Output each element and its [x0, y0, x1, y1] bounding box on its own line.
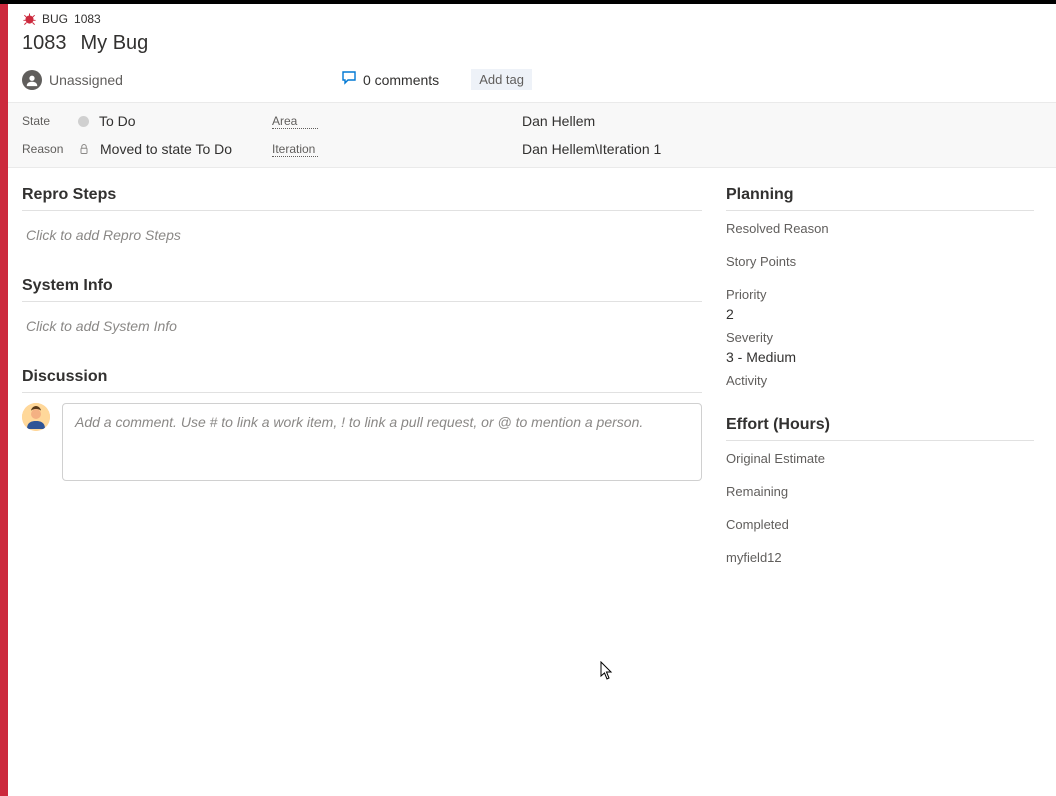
avatar: [22, 403, 50, 431]
planning-title: Planning: [726, 186, 1034, 211]
priority-field[interactable]: Priority 2: [726, 287, 1034, 322]
myfield12-label: myfield12: [726, 550, 1034, 565]
reason-field-label: Reason: [22, 142, 68, 156]
assignee-label: Unassigned: [49, 72, 123, 88]
state-field-label: State: [22, 114, 68, 128]
completed-field[interactable]: Completed: [726, 517, 1034, 532]
repro-steps-title: Repro Steps: [22, 186, 702, 211]
reason-field-value: Moved to state To Do: [100, 141, 232, 157]
breadcrumb[interactable]: BUG 1083: [22, 12, 1042, 26]
side-column: Planning Resolved Reason Story Points Pr…: [716, 168, 1056, 796]
severity-label: Severity: [726, 330, 1034, 345]
fields-band: State To Do Area Dan Hellem Reason Moved: [8, 102, 1056, 168]
breadcrumb-id: 1083: [74, 12, 101, 26]
meta-row: Unassigned 0 comments Add tag: [22, 69, 1042, 90]
original-estimate-field[interactable]: Original Estimate: [726, 451, 1034, 466]
effort-title: Effort (Hours): [726, 416, 1034, 441]
assignee-field[interactable]: Unassigned: [22, 70, 123, 90]
completed-label: Completed: [726, 517, 1034, 532]
state-dot-icon: [78, 116, 89, 127]
comment-placeholder: Add a comment. Use # to link a work item…: [75, 414, 643, 430]
myfield12-field[interactable]: myfield12: [726, 550, 1034, 565]
reason-field[interactable]: Reason Moved to state To Do: [22, 141, 272, 157]
area-field-value: Dan Hellem: [522, 113, 595, 129]
discussion-title: Discussion: [22, 368, 702, 393]
planning-section: Planning Resolved Reason Story Points Pr…: [726, 186, 1034, 388]
priority-label: Priority: [726, 287, 1034, 302]
comments-count-text: 0 comments: [363, 72, 439, 88]
area-field-label: Area: [272, 114, 318, 129]
main-column: Repro Steps Click to add Repro Steps Sys…: [8, 168, 716, 796]
priority-value: 2: [726, 306, 1034, 322]
iteration-field[interactable]: Iteration: [272, 141, 522, 157]
title-number: 1083: [22, 32, 67, 55]
system-info-title: System Info: [22, 277, 702, 302]
story-points-label: Story Points: [726, 254, 1034, 269]
system-info-input[interactable]: Click to add System Info: [22, 312, 702, 340]
lock-icon: [78, 143, 90, 155]
state-field[interactable]: State To Do: [22, 113, 272, 129]
state-field-value: To Do: [99, 113, 136, 129]
iteration-field-value-cell[interactable]: Dan Hellem\Iteration 1: [522, 141, 1042, 157]
bug-icon: [22, 12, 36, 26]
breadcrumb-type: BUG: [42, 12, 68, 26]
resolved-reason-field[interactable]: Resolved Reason: [726, 221, 1034, 236]
add-tag-button[interactable]: Add tag: [471, 69, 532, 90]
story-points-field[interactable]: Story Points: [726, 254, 1034, 269]
original-estimate-label: Original Estimate: [726, 451, 1034, 466]
repro-steps-input[interactable]: Click to add Repro Steps: [22, 221, 702, 249]
severity-field[interactable]: Severity 3 - Medium: [726, 330, 1034, 365]
resolved-reason-label: Resolved Reason: [726, 221, 1034, 236]
comments-link[interactable]: 0 comments: [341, 70, 439, 89]
remaining-field[interactable]: Remaining: [726, 484, 1034, 499]
person-circle-icon: [22, 70, 42, 90]
remaining-label: Remaining: [726, 484, 1034, 499]
area-field-value-cell[interactable]: Dan Hellem: [522, 113, 1042, 129]
effort-section: Effort (Hours) Original Estimate Remaini…: [726, 416, 1034, 565]
chat-icon: [341, 70, 357, 89]
repro-steps-section: Repro Steps Click to add Repro Steps: [22, 186, 702, 249]
discussion-section: Discussion Add a comment. Use # to lin: [22, 368, 702, 481]
activity-label: Activity: [726, 373, 1034, 388]
title-row: 1083 My Bug: [22, 32, 1042, 55]
system-info-section: System Info Click to add System Info: [22, 277, 702, 340]
title-text[interactable]: My Bug: [81, 32, 149, 55]
area-field[interactable]: Area: [272, 113, 522, 129]
work-item-type-color-bar: [0, 4, 8, 796]
severity-value: 3 - Medium: [726, 349, 1034, 365]
header-section: BUG 1083 1083 My Bug Unassigned: [8, 4, 1056, 102]
iteration-field-value: Dan Hellem\Iteration 1: [522, 141, 661, 157]
activity-field[interactable]: Activity: [726, 373, 1034, 388]
comment-input[interactable]: Add a comment. Use # to link a work item…: [62, 403, 702, 481]
iteration-field-label: Iteration: [272, 142, 318, 157]
